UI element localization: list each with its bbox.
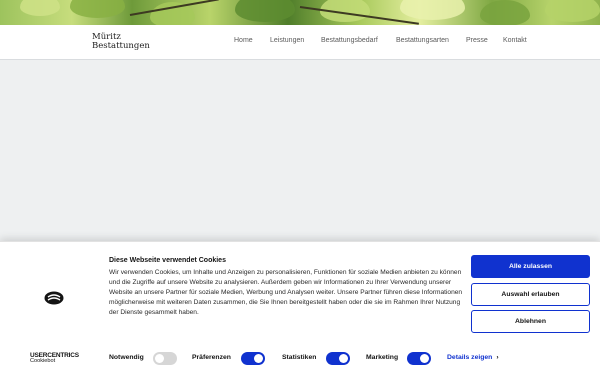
allow-all-button[interactable]: Alle zulassen — [471, 255, 590, 278]
allow-selection-button[interactable]: Auswahl erlauben — [471, 283, 590, 306]
toggle-knob — [339, 354, 348, 363]
nav-kontakt[interactable]: Kontakt — [503, 37, 527, 44]
leaf-shape — [70, 0, 125, 18]
details-label: Details zeigen — [447, 354, 493, 361]
toggle-marketing[interactable] — [407, 352, 431, 365]
toggle-knob — [420, 354, 429, 363]
deny-button[interactable]: Ablehnen — [471, 310, 590, 333]
main-nav: Home Leistungen Bestattungsbedarf Bestat… — [0, 37, 600, 49]
leaf-shape — [20, 0, 60, 16]
toggle-necessary — [153, 352, 177, 365]
toggle-statistics[interactable] — [326, 352, 350, 365]
toggle-preferences[interactable] — [241, 352, 265, 365]
toggle-knob — [254, 354, 263, 363]
show-details-link[interactable]: Details zeigen › — [447, 354, 499, 361]
cookie-banner: Diese Webseite verwendet Cookies Wir ver… — [0, 241, 600, 375]
cookiebot-logo-icon — [44, 291, 64, 305]
page-content — [0, 61, 600, 241]
toggle-knob — [155, 354, 164, 363]
leaf-shape — [545, 0, 600, 22]
cookie-description: Wir verwenden Cookies, um Inhalte und An… — [109, 269, 463, 316]
hero-image — [0, 0, 600, 25]
nav-bestattungsarten[interactable]: Bestattungsarten — [396, 37, 449, 44]
nav-presse[interactable]: Presse — [466, 37, 488, 44]
toggle-label-necessary: Notwendig — [109, 354, 144, 361]
nav-home[interactable]: Home — [234, 37, 253, 44]
nav-bestattungsbedarf[interactable]: Bestattungsbedarf — [321, 37, 378, 44]
nav-leistungen[interactable]: Leistungen — [270, 37, 304, 44]
leaf-shape — [400, 0, 465, 20]
site-header: Müritz Bestattungen Home Leistungen Best… — [0, 25, 600, 60]
toggle-label-preferences: Präferenzen — [192, 354, 231, 361]
leaf-shape — [480, 0, 530, 25]
consent-toggles: Notwendig Präferenzen Statistiken Market… — [0, 352, 600, 366]
chevron-right-icon: › — [496, 354, 499, 361]
cookie-title: Diese Webseite verwendet Cookies — [109, 257, 226, 264]
toggle-label-marketing: Marketing — [366, 354, 399, 361]
leaf-shape — [235, 0, 295, 22]
toggle-label-statistics: Statistiken — [282, 354, 317, 361]
